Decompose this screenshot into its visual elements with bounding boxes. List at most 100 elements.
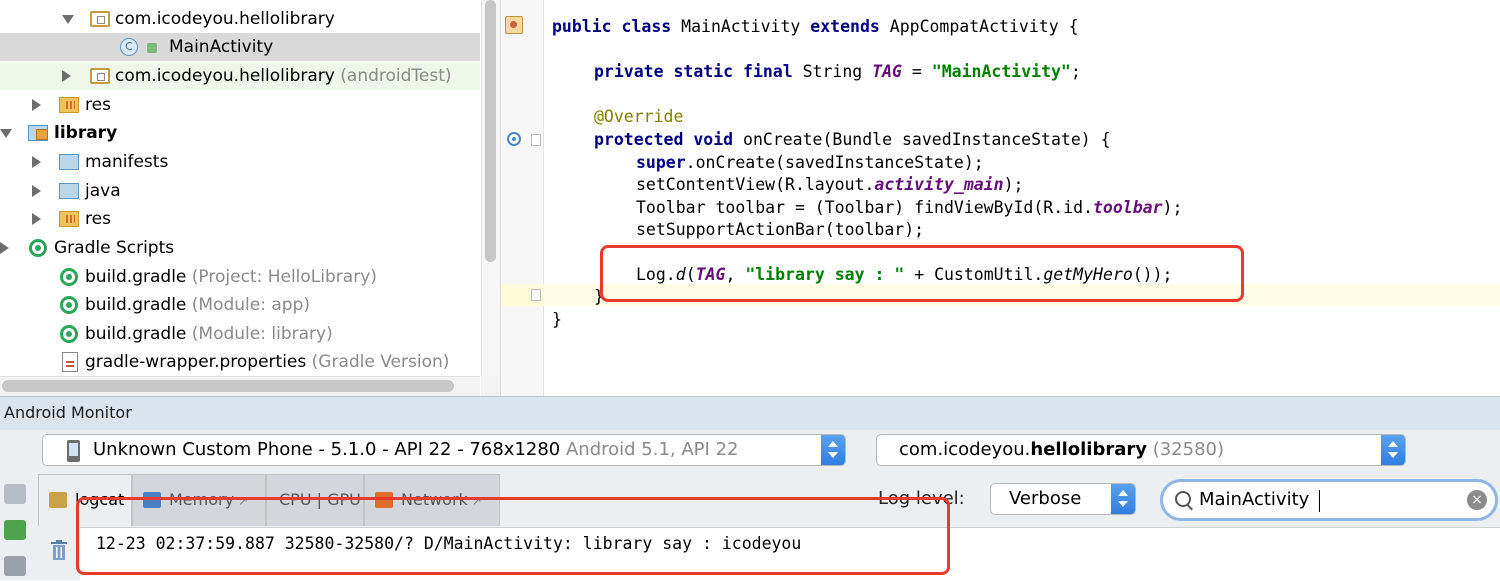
tree-item-hint: (Gradle Version) bbox=[306, 352, 450, 372]
code-line: @Override bbox=[594, 107, 684, 126]
tree-horizontal-scrollbar[interactable] bbox=[0, 376, 480, 396]
code-line: setSupportActionBar(toolbar); bbox=[636, 220, 925, 239]
scrollbar-thumb[interactable] bbox=[485, 0, 496, 262]
package-icon bbox=[90, 11, 110, 27]
tree-item-label: com.icodeyou.hellolibrary bbox=[115, 66, 335, 86]
fold-marker-icon[interactable] bbox=[531, 134, 541, 146]
res-folder-icon bbox=[59, 211, 79, 227]
tree-item-build-gradle-library[interactable]: build.gradle (Module: library) bbox=[0, 320, 480, 348]
tree-item-package-androidtest[interactable]: com.icodeyou.hellolibrary (androidTest) bbox=[0, 62, 480, 90]
tree-item-label: MainActivity bbox=[169, 37, 274, 57]
package-icon bbox=[90, 68, 110, 84]
fold-marker-icon[interactable] bbox=[531, 289, 541, 301]
chevron-right-icon[interactable] bbox=[32, 99, 41, 111]
device-hint: Android 5.1, API 22 bbox=[560, 439, 739, 460]
res-folder-icon bbox=[59, 97, 79, 113]
code-line: public class MainActivity extends AppCom… bbox=[552, 17, 1079, 36]
tree-item-label: manifests bbox=[85, 152, 169, 172]
lock-icon bbox=[147, 43, 157, 53]
process-name: hellolibrary bbox=[1030, 439, 1147, 460]
tree-item-build-gradle-project[interactable]: build.gradle (Project: HelloLibrary) bbox=[0, 263, 480, 291]
scrollbar-corner bbox=[481, 376, 500, 396]
monitor-side-toolbar bbox=[0, 472, 30, 580]
tree-item-hint: (androidTest) bbox=[334, 66, 452, 86]
search-value[interactable]: MainActivity bbox=[1199, 489, 1309, 510]
module-folder-icon bbox=[28, 125, 48, 141]
process-prefix: com.icodeyou. bbox=[899, 439, 1031, 460]
gradle-icon bbox=[60, 325, 78, 343]
log-level-select[interactable]: Verbose bbox=[990, 483, 1136, 515]
phone-icon bbox=[67, 440, 80, 462]
chevron-right-icon[interactable] bbox=[32, 156, 41, 168]
device-select[interactable]: Unknown Custom Phone - 5.1.0 - API 22 - … bbox=[42, 434, 846, 466]
search-icon bbox=[1175, 491, 1191, 507]
dropdown-stepper-icon[interactable] bbox=[821, 435, 845, 465]
tree-item-hint: (Project: HelloLibrary) bbox=[186, 267, 377, 287]
chevron-down-icon[interactable] bbox=[62, 15, 74, 24]
highlight-box-code bbox=[600, 245, 1244, 302]
highlight-box-log bbox=[76, 497, 950, 575]
tree-item-label: build.gradle bbox=[85, 267, 187, 287]
chevron-right-icon[interactable] bbox=[32, 185, 41, 197]
tree-item-gradle-scripts[interactable]: Gradle Scripts bbox=[0, 234, 480, 262]
code-line: Toolbar toolbar = (Toolbar) findViewById… bbox=[636, 198, 1183, 217]
code-line: super.onCreate(savedInstanceState); bbox=[636, 153, 984, 172]
tree-item-manifests[interactable]: manifests bbox=[0, 148, 480, 176]
code-line: private static final String TAG = "MainA… bbox=[594, 62, 1081, 81]
tree-vertical-scrollbar[interactable] bbox=[481, 0, 500, 376]
gradle-icon bbox=[60, 296, 78, 314]
dropdown-stepper-icon[interactable] bbox=[1381, 435, 1405, 465]
tree-item-label: gradle-wrapper.properties bbox=[85, 352, 307, 372]
tree-item-gradle-wrapper[interactable]: gradle-wrapper.properties (Gradle Versio… bbox=[0, 348, 480, 376]
tree-item-build-gradle-app[interactable]: build.gradle (Module: app) bbox=[0, 291, 480, 319]
tree-item-label: Gradle Scripts bbox=[54, 238, 175, 258]
tree-item-label: res bbox=[85, 209, 111, 229]
device-name: Unknown Custom Phone - 5.1.0 - API 22 - … bbox=[93, 439, 561, 460]
tree-item-res-library[interactable]: res bbox=[0, 205, 480, 233]
tree-item-res-app[interactable]: res bbox=[0, 91, 480, 119]
settings-icon[interactable] bbox=[4, 556, 26, 576]
process-pid: (32580) bbox=[1146, 439, 1224, 460]
android-monitor-title: Android Monitor bbox=[0, 396, 1500, 430]
tree-item-label: build.gradle bbox=[85, 295, 187, 315]
code-line: protected void onCreate(Bundle savedInst… bbox=[594, 130, 1111, 149]
chevron-right-icon[interactable] bbox=[62, 70, 71, 82]
java-class-icon bbox=[505, 16, 523, 34]
process-select[interactable]: com.icodeyou.hellolibrary (32580) bbox=[876, 434, 1406, 466]
text-caret bbox=[1319, 490, 1320, 512]
folder-icon bbox=[59, 183, 79, 199]
trash-icon[interactable] bbox=[50, 540, 68, 560]
log-search-input[interactable]: MainActivity × bbox=[1160, 479, 1498, 521]
tree-item-hint: (Module: library) bbox=[186, 324, 333, 344]
chevron-right-icon[interactable] bbox=[32, 213, 41, 225]
clear-search-icon[interactable]: × bbox=[1467, 490, 1487, 510]
folder-icon bbox=[59, 154, 79, 170]
tree-item-label: build.gradle bbox=[85, 324, 187, 344]
class-icon: C bbox=[120, 38, 138, 56]
tree-item-label: java bbox=[85, 181, 121, 201]
tree-item-package[interactable]: com.icodeyou.hellolibrary bbox=[0, 5, 480, 33]
logcat-icon bbox=[49, 492, 67, 508]
code-line: setContentView(R.layout.activity_main); bbox=[636, 175, 1024, 194]
tree-item-java[interactable]: java bbox=[0, 177, 480, 205]
camera-icon[interactable] bbox=[4, 484, 26, 504]
override-icon[interactable] bbox=[507, 132, 521, 146]
gradle-icon bbox=[29, 239, 47, 257]
tree-item-library[interactable]: library bbox=[0, 119, 480, 147]
properties-file-icon bbox=[62, 352, 78, 372]
editor-gutter bbox=[500, 0, 545, 396]
tree-item-label: com.icodeyou.hellolibrary bbox=[115, 9, 335, 29]
code-editor[interactable]: public class MainActivity extends AppCom… bbox=[544, 0, 1500, 396]
tree-item-hint: (Module: app) bbox=[186, 295, 311, 315]
scrollbar-thumb[interactable] bbox=[2, 380, 454, 392]
log-level-value: Verbose bbox=[1009, 488, 1082, 509]
run-icon[interactable] bbox=[4, 520, 26, 540]
gradle-icon bbox=[60, 268, 78, 286]
dropdown-stepper-icon[interactable] bbox=[1111, 484, 1135, 514]
chevron-down-icon[interactable] bbox=[0, 129, 12, 138]
chevron-right-icon[interactable] bbox=[0, 242, 9, 254]
code-line: } bbox=[552, 310, 562, 329]
tree-item-mainactivity[interactable]: C MainActivity bbox=[0, 33, 480, 61]
tree-item-label: library bbox=[54, 123, 118, 143]
tree-item-label: res bbox=[85, 95, 111, 115]
